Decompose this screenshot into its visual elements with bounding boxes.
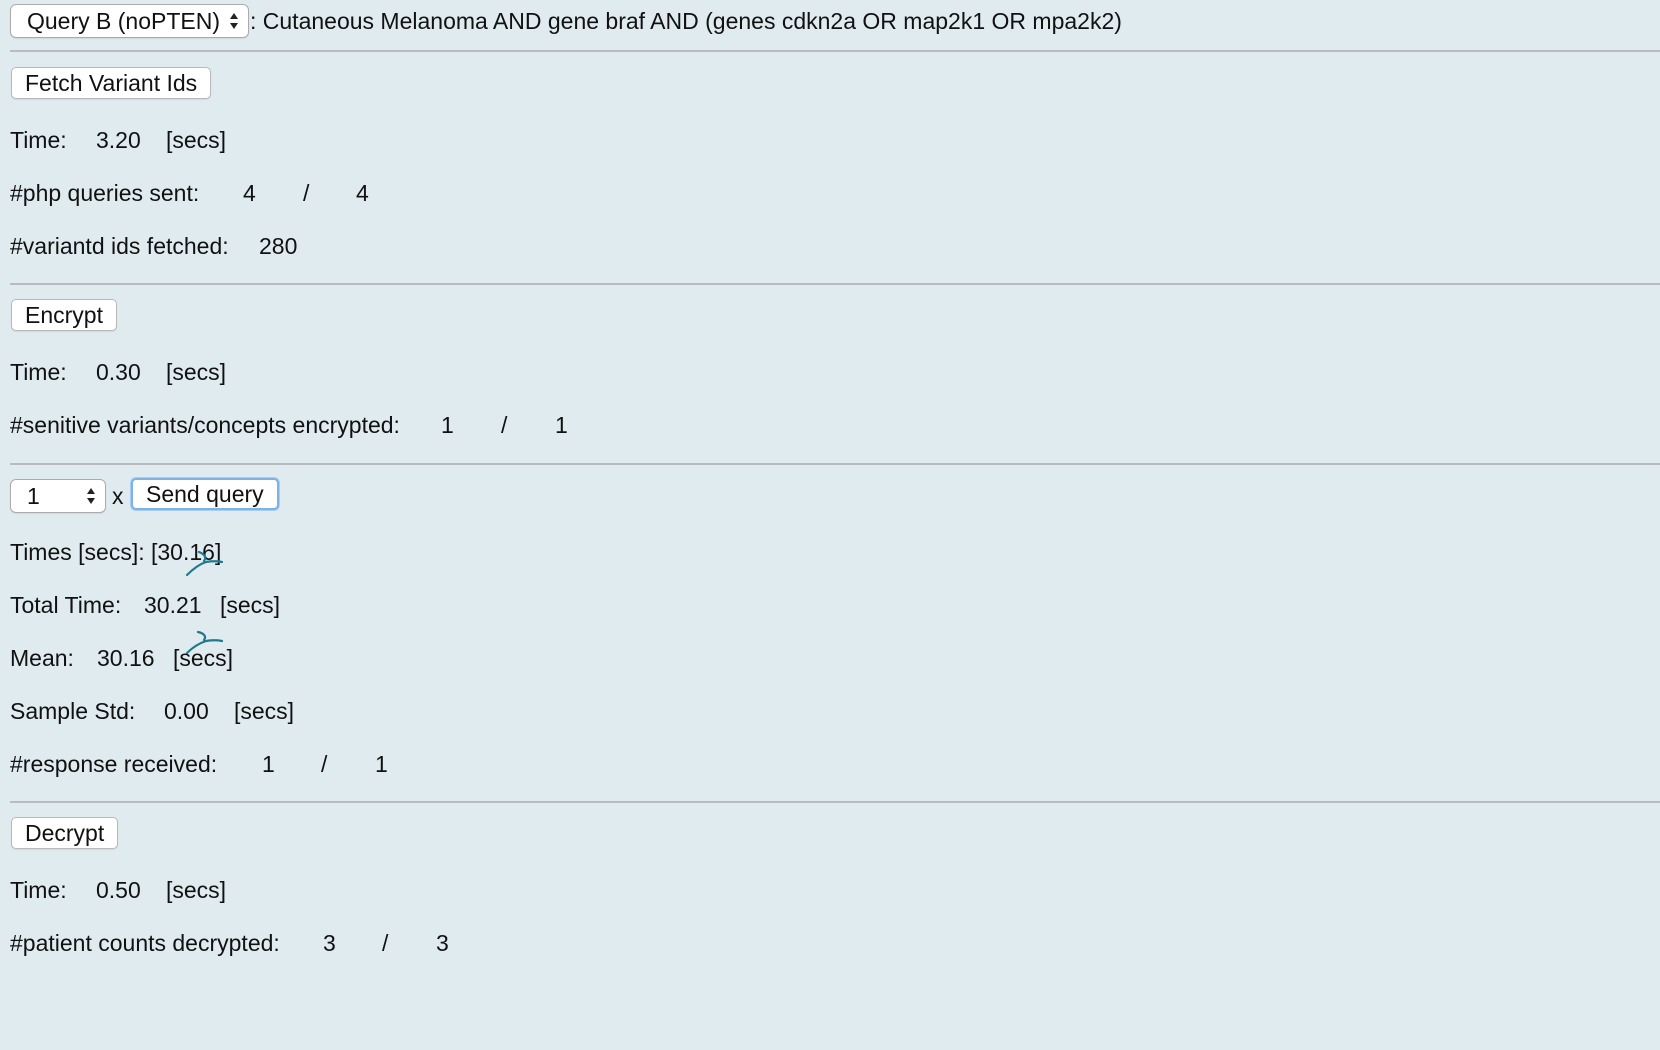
fetch-time-unit: [secs]: [166, 127, 227, 153]
query-description: : Cutaneous Melanoma AND gene braf AND (…: [250, 8, 1122, 34]
sensitive-variants-separator: /: [501, 412, 508, 438]
encrypt-time-unit: [secs]: [166, 359, 227, 385]
fetch-time-label: Time:: [10, 127, 67, 153]
response-received-total: 1: [375, 751, 388, 777]
sensitive-variants-done: 1: [441, 412, 454, 438]
php-queries-label: #php queries sent:: [10, 180, 200, 206]
total-time-label: Total Time:: [10, 592, 122, 618]
select-arrows-icon: [230, 13, 238, 29]
repeat-count-value: 1: [27, 483, 40, 509]
fetch-variant-ids-button[interactable]: Fetch Variant Ids: [11, 67, 212, 99]
decrypt-time-unit: [secs]: [166, 877, 227, 903]
patient-counts-label: #patient counts decrypted:: [10, 930, 280, 956]
sample-std-unit: [secs]: [234, 698, 295, 724]
pen-annotation-mark: [185, 630, 224, 655]
query-select[interactable]: Query B (noPTEN): [10, 4, 249, 38]
patient-counts-done: 3: [323, 930, 336, 956]
send-query-button[interactable]: Send query: [131, 478, 279, 510]
total-time-value: 30.21: [144, 592, 202, 618]
divider: [10, 801, 1660, 803]
decrypt-time-label: Time:: [10, 877, 67, 903]
decrypt-time-value: 0.50: [96, 877, 141, 903]
encrypt-time-value: 0.30: [96, 359, 141, 385]
variant-ids-label: #variantd ids fetched:: [10, 233, 229, 259]
sample-std-label: Sample Std:: [10, 698, 136, 724]
encrypt-button[interactable]: Encrypt: [11, 299, 117, 331]
query-select-value: Query B (noPTEN): [27, 8, 220, 34]
patient-counts-separator: /: [382, 930, 389, 956]
select-arrows-icon: [87, 488, 95, 504]
repeat-count-select[interactable]: 1: [10, 479, 106, 513]
encrypt-time-label: Time:: [10, 359, 67, 385]
pen-annotation-mark: [185, 550, 224, 577]
response-received-label: #response received:: [10, 751, 218, 777]
php-queries-sent: 4: [243, 180, 256, 206]
mean-value: 30.16: [97, 645, 155, 671]
divider: [10, 463, 1660, 465]
php-queries-separator: /: [303, 180, 310, 206]
mean-label: Mean:: [10, 645, 74, 671]
sensitive-variants-total: 1: [555, 412, 568, 438]
response-received-done: 1: [262, 751, 275, 777]
patient-counts-total: 3: [436, 930, 449, 956]
response-received-separator: /: [321, 751, 328, 777]
sensitive-variants-label: #senitive variants/concepts encrypted:: [10, 412, 400, 438]
fetch-time-value: 3.20: [96, 127, 141, 153]
decrypt-button[interactable]: Decrypt: [11, 817, 119, 849]
times-sign: x: [112, 483, 124, 509]
divider: [10, 50, 1660, 52]
sample-std-value: 0.00: [164, 698, 209, 724]
php-queries-total: 4: [356, 180, 369, 206]
total-time-unit: [secs]: [220, 592, 281, 618]
divider: [10, 283, 1660, 285]
variant-ids-value: 280: [259, 233, 298, 259]
